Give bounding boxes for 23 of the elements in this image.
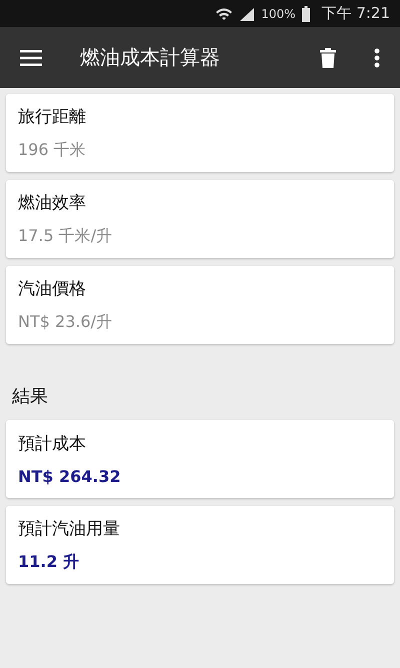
menu-icon[interactable] — [20, 50, 42, 66]
more-options-icon[interactable] — [374, 48, 380, 68]
input-card[interactable]: 燃油效率 17.5 千米/升 — [6, 180, 394, 258]
field-label: 預計成本 — [18, 433, 87, 455]
status-time: 下午 7:21 — [322, 4, 390, 23]
result-value: 11.2 升 — [18, 552, 80, 573]
wifi-icon — [215, 6, 234, 22]
signal-icon — [239, 6, 256, 20]
field-label: 旅行距離 — [18, 106, 87, 128]
field-label: 預計汽油用量 — [18, 518, 121, 540]
input-card[interactable]: 汽油價格 NT$ 23.6/升 — [6, 266, 394, 344]
field-label: 汽油價格 — [18, 278, 87, 300]
input-card[interactable]: 旅行距離 196 千米 — [6, 94, 394, 172]
battery-percent: 100% — [261, 6, 296, 20]
battery-icon — [302, 6, 310, 22]
field-value: NT$ 23.6/升 — [18, 312, 114, 333]
app-title: 燃油成本計算器 — [80, 44, 221, 71]
section-heading: 結果 — [11, 385, 49, 409]
trash-icon[interactable] — [320, 48, 336, 68]
field-label: 燃油效率 — [18, 192, 87, 214]
result-value: NT$ 264.32 — [18, 467, 122, 486]
field-value: 17.5 千米/升 — [18, 226, 114, 247]
field-value: 196 千米 — [18, 140, 87, 161]
